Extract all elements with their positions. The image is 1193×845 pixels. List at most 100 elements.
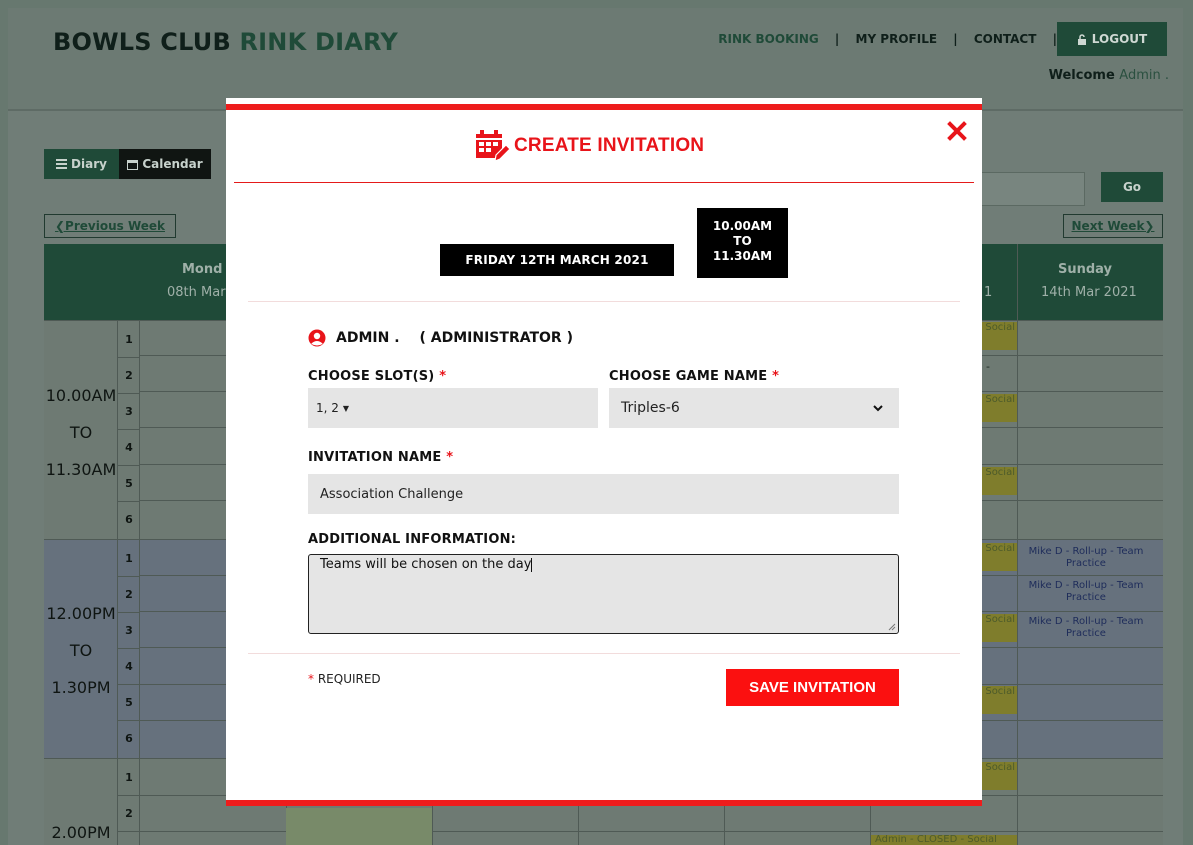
slot-number: 3 [118,612,140,649]
grid-column-line [1017,244,1018,845]
column-date-saturday: 1 [984,285,993,300]
slot-number: 2 [118,357,140,394]
slots-value: 1, 2 [316,401,339,415]
logout-label: LOGOUT [1091,32,1148,46]
booked-cell[interactable] [286,808,432,845]
chevron-left-icon: ❮ [54,219,66,233]
user-info: ADMIN . ( ADMINISTRATOR ) [308,328,573,348]
user-circle-icon [308,329,326,347]
booking-tag[interactable]: Social [981,614,1017,642]
calendar-label: Calendar [142,157,203,171]
required-asterisk: * [439,369,447,384]
slot-number: 5 [118,465,140,502]
slots-label: CHOOSE SLOT(S) * [308,369,446,384]
date-search-input[interactable] [973,172,1085,206]
sunday-booking[interactable]: Mike D - Roll-up - Team Practice [1017,616,1155,640]
additional-info-textarea[interactable]: Teams will be chosen on the day [308,554,899,634]
booking-tag[interactable]: Social [981,394,1017,422]
lock-icon [1077,33,1086,45]
brand-part2: RINK DIARY [239,28,398,56]
invitation-name-input[interactable]: Association Challenge [308,474,899,514]
modal-header: CREATE INVITATION [474,128,704,164]
header-divider [234,182,974,183]
text-cursor [531,557,533,572]
slots-label-text: CHOOSE SLOT(S) [308,369,435,384]
booking-tag[interactable]: Social [981,543,1017,571]
booking-dash: - [986,360,990,373]
chevron-right-icon: ❯ [1144,219,1155,233]
time-cell: 10.00AM TO 11.30AM [44,321,118,539]
required-asterisk: * [308,672,314,686]
calendar-view-button[interactable]: Calendar [119,149,211,179]
next-week-label: Next Week [1071,219,1145,233]
slot-number: 2 [118,576,140,613]
time-end: 11.30AM [45,460,117,479]
additional-info-value: Teams will be chosen on the day [320,557,532,572]
top-nav: RINK BOOKING | MY PROFILE | CONTACT | [712,32,1063,46]
additional-info-label: ADDITIONAL INFORMATION: [308,532,517,547]
game-label-text: CHOOSE GAME NAME [609,369,768,384]
time-badge-start: 10.00AM [712,219,773,233]
booking-tag[interactable]: Social [981,322,1017,350]
go-button[interactable]: Go [1101,172,1163,202]
modal-top-bar [226,104,982,110]
invitation-name-label: INVITATION NAME * [308,450,453,465]
slot-number: 1 [118,759,140,796]
required-note-text: REQUIRED [317,672,381,686]
section-divider [248,301,960,302]
nav-contact[interactable]: CONTACT [974,32,1037,46]
site-brand[interactable]: BOWLS CLUB RINK DIARY [53,28,398,56]
chevron-down-icon [873,404,883,411]
nav-separator: | [953,32,958,46]
slot-column: 1 2 3 4 5 6 [118,321,140,539]
game-label: CHOOSE GAME NAME * [609,369,779,384]
nav-my-profile[interactable]: MY PROFILE [856,32,938,46]
slot-column: 1 2 [118,759,140,845]
next-week-button[interactable]: Next Week ❯ [1063,214,1163,238]
booking-tag[interactable]: Social [981,762,1017,790]
brand-part1: BOWLS CLUB [53,28,231,56]
sunday-booking[interactable]: Mike D - Roll-up - Team Practice [1017,546,1155,570]
time-cell: 2.00PM [44,759,118,845]
user-name: ADMIN . [336,330,400,346]
slot-number: 5 [118,684,140,721]
booking-tag[interactable]: Social [981,467,1017,495]
welcome-prefix: Welcome [1048,68,1115,83]
time-start: 2.00PM [51,823,111,842]
user-role: ( ADMINISTRATOR ) [419,330,573,346]
booking-tag[interactable]: Social [981,686,1017,714]
previous-week-button[interactable]: ❮ Previous Week [44,214,176,238]
time-badge-to: TO [733,234,752,248]
sunday-booking[interactable]: Mike D - Roll-up - Team Practice [1017,580,1155,604]
time-to: TO [69,423,93,442]
resize-grip-icon[interactable] [888,623,896,631]
diary-view-button[interactable]: Diary [44,149,119,179]
closed-booking-tag[interactable]: Admin - CLOSED - Social [871,835,1017,845]
column-day-sunday: Sunday [1058,262,1113,277]
slot-number: 4 [118,648,140,685]
invitation-name-label-text: INVITATION NAME [308,450,442,465]
welcome-name: Admin . [1119,68,1169,83]
welcome-text: Welcome Admin . [1049,68,1169,83]
modal-bottom-bar [226,800,982,806]
previous-week-label: Previous Week [65,219,166,233]
logout-button[interactable]: LOGOUT [1057,22,1167,56]
modal-title: CREATE INVITATION [514,135,705,156]
slot-number: 2 [118,795,140,832]
time-badge-end: 11.30AM [712,249,773,263]
slots-select[interactable]: 1, 2 ▼ [308,388,598,428]
time-badge: 10.00AM TO 11.30AM [697,208,788,278]
slot-number: 1 [118,540,140,577]
footer-divider [248,653,960,654]
calendar-edit-icon [476,130,510,162]
nav-rink-booking[interactable]: RINK BOOKING [718,32,818,46]
close-icon[interactable] [946,120,968,142]
game-select[interactable]: Triples-6 [609,388,899,428]
date-badge: FRIDAY 12TH MARCH 2021 [440,244,674,276]
save-invitation-button[interactable]: SAVE INVITATION [726,669,899,706]
create-invitation-modal: CREATE INVITATION FRIDAY 12TH MARCH 2021… [226,98,982,806]
slot-column: 1 2 3 4 5 6 [118,540,140,758]
required-asterisk: * [772,369,780,384]
slot-number: 1 [118,321,140,358]
nav-separator: | [834,32,840,46]
